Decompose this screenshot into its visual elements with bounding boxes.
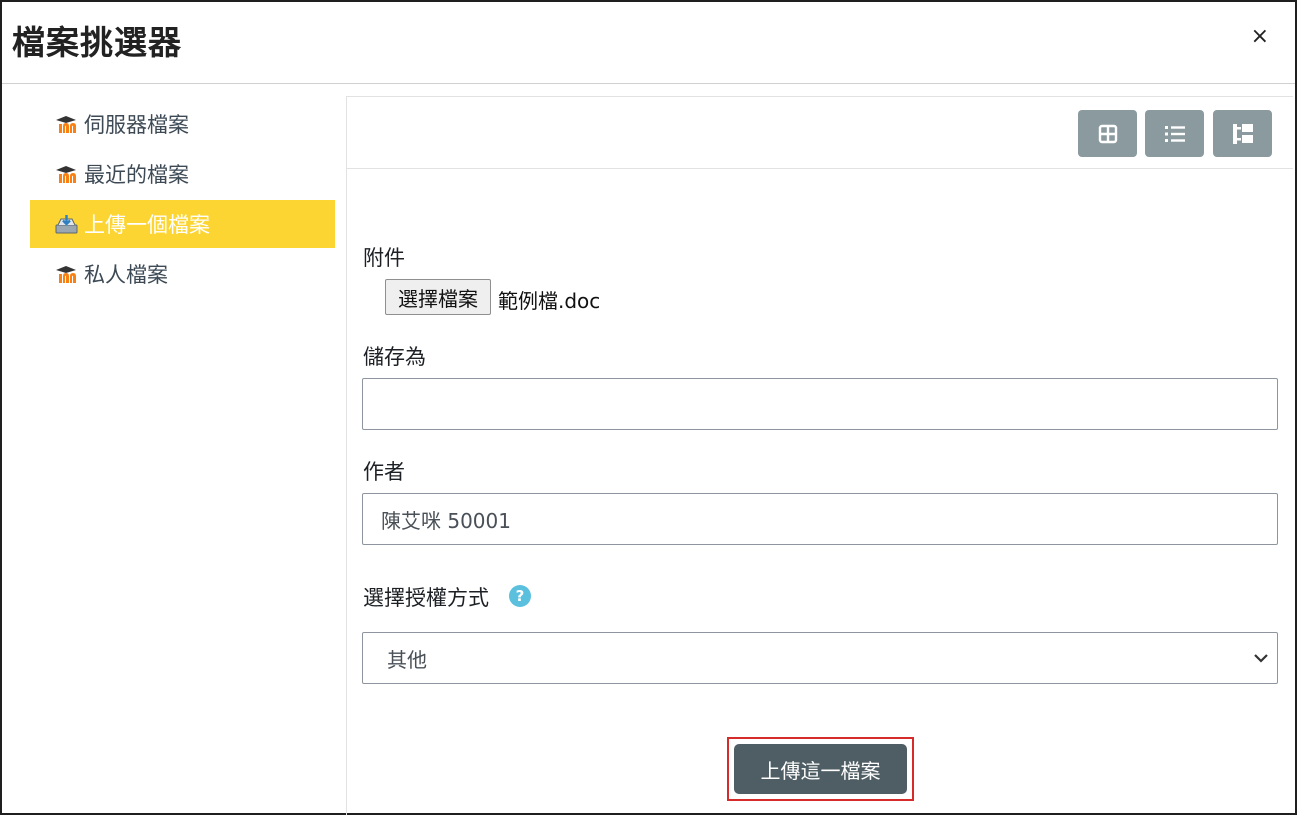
sidebar-item-server-files[interactable]: 伺服器檔案 — [30, 100, 335, 148]
view-toolbar — [347, 97, 1293, 169]
file-picker-dialog: 檔案挑選器 × 伺服器檔案 最近的檔案 上傳一個檔案 私人檔案 附件 選擇檔案 … — [0, 0, 1297, 815]
tree-view-icon — [1232, 123, 1253, 144]
grid-view-icon — [1098, 124, 1117, 143]
sidebar-item-upload-file[interactable]: 上傳一個檔案 — [30, 200, 335, 248]
dialog-header: 檔案挑選器 × — [2, 2, 1295, 84]
moodle-icon — [54, 163, 80, 185]
list-view-icon — [1164, 125, 1185, 142]
sidebar-item-label: 上傳一個檔案 — [84, 213, 210, 237]
upload-icon — [54, 213, 80, 235]
repository-sidebar: 伺服器檔案 最近的檔案 上傳一個檔案 私人檔案 — [30, 100, 335, 300]
choose-file-button[interactable]: 選擇檔案 — [385, 279, 491, 315]
license-select[interactable]: 其他 — [362, 632, 1278, 684]
grid-view-button[interactable] — [1078, 110, 1137, 157]
upload-panel: 附件 選擇檔案 範例檔.doc 儲存為 作者 陳艾咪 50001 選擇授權方式 … — [346, 96, 1293, 815]
help-icon[interactable]: ? — [509, 585, 531, 607]
sidebar-item-label: 最近的檔案 — [84, 163, 189, 187]
author-input[interactable]: 陳艾咪 50001 — [362, 493, 1278, 545]
sidebar-item-label: 伺服器檔案 — [84, 113, 189, 137]
upload-button-highlight: 上傳這一檔案 — [727, 737, 914, 801]
sidebar-item-private-files[interactable]: 私人檔案 — [30, 250, 335, 298]
license-selected-value: 其他 — [387, 647, 427, 672]
moodle-icon — [54, 263, 80, 285]
license-label: 選擇授權方式 — [363, 586, 489, 610]
close-icon[interactable]: × — [1251, 24, 1269, 49]
sidebar-item-recent-files[interactable]: 最近的檔案 — [30, 150, 335, 198]
selected-file-name: 範例檔.doc — [498, 289, 601, 313]
upload-this-file-button[interactable]: 上傳這一檔案 — [734, 744, 907, 794]
dialog-title: 檔案挑選器 — [12, 23, 182, 62]
save-as-label: 儲存為 — [363, 345, 426, 369]
author-label: 作者 — [363, 460, 405, 484]
tree-view-button[interactable] — [1213, 110, 1272, 157]
moodle-icon — [54, 113, 80, 135]
save-as-input[interactable] — [362, 378, 1278, 430]
sidebar-item-label: 私人檔案 — [84, 263, 168, 287]
attachment-label: 附件 — [363, 246, 405, 270]
chevron-down-icon — [1254, 654, 1268, 663]
list-view-button[interactable] — [1145, 110, 1204, 157]
